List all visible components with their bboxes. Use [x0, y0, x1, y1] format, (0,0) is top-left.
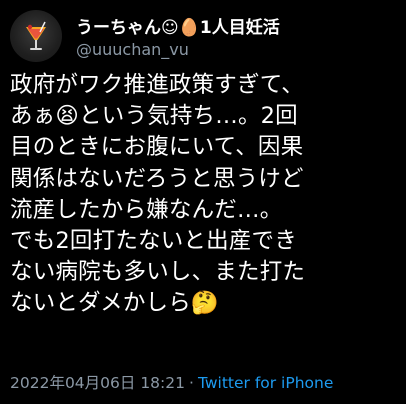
- source-link[interactable]: Twitter for iPhone: [198, 374, 333, 392]
- user-handle[interactable]: @uuuchan_vu: [76, 40, 189, 59]
- tweet-card: うーちゃん☺🥚1人目妊活 @uuuchan_vu 政府がワク推進政策すぎて、 あ…: [0, 0, 406, 404]
- cocktail-glass-icon: [26, 21, 46, 50]
- tweet-meta: 2022年04月06日 18:21 · Twitter for iPhone: [10, 371, 333, 393]
- meta-separator: ·: [189, 374, 194, 392]
- display-name[interactable]: うーちゃん☺🥚1人目妊活: [76, 13, 280, 38]
- timestamp[interactable]: 2022年04月06日 18:21: [10, 374, 185, 392]
- avatar[interactable]: [10, 10, 62, 62]
- tweet-text: 政府がワク推進政策すぎて、 あぁ😫という気持ち…。2回 目のときにお腹にいて、因…: [10, 72, 306, 317]
